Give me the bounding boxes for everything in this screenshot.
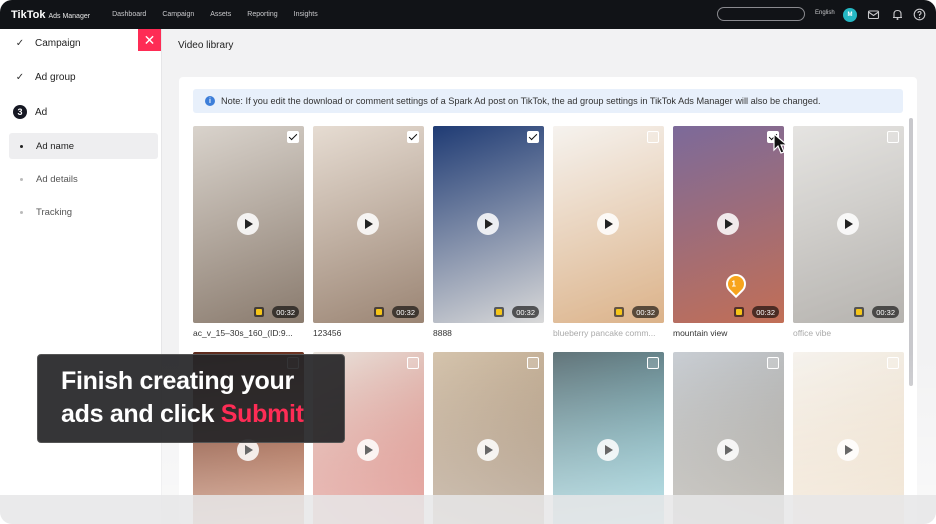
main-nav: Dashboard Campaign Assets Reporting Insi… xyxy=(112,11,334,18)
video-tile[interactable]: 00:32 xyxy=(193,126,304,323)
bullet-icon xyxy=(20,210,23,214)
callout-line-2: ads and click Submit xyxy=(61,400,304,429)
step-label: Ad xyxy=(35,106,48,118)
video-duration: 00:32 xyxy=(872,306,899,318)
nav-assets[interactable]: Assets xyxy=(210,11,231,18)
substep-ad-name[interactable]: Ad name xyxy=(9,133,158,159)
bullet-icon xyxy=(20,177,23,181)
logo-brand: TikTok xyxy=(11,8,46,21)
creation-steps-sidebar: ✓ Campaign ✓ Ad group 3 Ad Ad name Ad de… xyxy=(0,29,162,524)
callout-line-1: Finish creating your xyxy=(61,367,294,395)
step-campaign[interactable]: ✓ Campaign xyxy=(13,36,81,50)
language-selector[interactable]: English xyxy=(815,10,835,16)
info-icon: i xyxy=(205,96,215,106)
mouse-cursor-icon xyxy=(773,133,789,154)
note-text: Note: If you edit the download or commen… xyxy=(221,96,821,106)
check-icon: ✓ xyxy=(15,71,25,83)
video-caption: blueberry pancake comm... xyxy=(553,328,656,338)
app-window: TikTok Ads Manager Dashboard Campaign As… xyxy=(0,0,936,524)
video-caption: 8888 xyxy=(433,328,452,338)
step-ad[interactable]: 3 Ad xyxy=(13,105,47,119)
nav-insights[interactable]: Insights xyxy=(294,11,318,18)
media-tag-icon xyxy=(254,307,264,317)
avatar[interactable]: M xyxy=(843,8,857,22)
play-icon[interactable] xyxy=(477,439,499,461)
media-tag-icon xyxy=(494,307,504,317)
scrollbar[interactable] xyxy=(909,118,913,386)
callout-submit-highlight: Submit xyxy=(220,400,304,428)
video-select-checkbox[interactable] xyxy=(407,131,419,143)
video-caption: ac_v_15–30s_160_(ID:9... xyxy=(193,328,293,338)
instruction-callout: Finish creating your ads and click Submi… xyxy=(37,354,345,443)
check-icon: ✓ xyxy=(15,37,25,49)
info-note-banner: i Note: If you edit the download or comm… xyxy=(193,89,903,113)
nav-reporting[interactable]: Reporting xyxy=(247,11,277,18)
video-duration: 00:32 xyxy=(512,306,539,318)
video-tile[interactable]: 00:32 xyxy=(673,126,784,323)
video-caption: mountain view xyxy=(673,328,728,338)
substep-label: Ad name xyxy=(36,140,75,152)
media-tag-icon xyxy=(734,307,744,317)
video-duration: 00:32 xyxy=(752,306,779,318)
media-tag-icon xyxy=(854,307,864,317)
bottom-band xyxy=(0,495,936,524)
play-icon[interactable] xyxy=(597,439,619,461)
substep-ad-details[interactable]: Ad details xyxy=(9,166,158,192)
tiktok-ads-manager-logo[interactable]: TikTok Ads Manager xyxy=(11,9,90,21)
play-icon[interactable] xyxy=(717,439,739,461)
video-select-checkbox[interactable] xyxy=(407,357,419,369)
video-select-checkbox[interactable] xyxy=(647,131,659,143)
video-tile[interactable]: 00:32 xyxy=(433,126,544,323)
page-title: Video library xyxy=(178,40,234,51)
video-tile[interactable]: 00:32 xyxy=(793,126,904,323)
video-caption: 123456 xyxy=(313,328,342,338)
bullet-icon xyxy=(20,144,23,148)
substep-tracking[interactable]: Tracking xyxy=(9,199,158,225)
mail-icon[interactable] xyxy=(867,8,880,21)
help-icon[interactable] xyxy=(913,8,926,21)
video-select-checkbox[interactable] xyxy=(887,357,899,369)
substep-label: Tracking xyxy=(36,206,73,218)
video-duration: 00:32 xyxy=(392,306,419,318)
step-ad-group[interactable]: ✓ Ad group xyxy=(13,70,76,84)
video-select-checkbox[interactable] xyxy=(767,357,779,369)
step-label: Ad group xyxy=(35,71,76,83)
search-input[interactable] xyxy=(717,7,805,21)
play-icon[interactable] xyxy=(597,213,619,235)
video-select-checkbox[interactable] xyxy=(527,131,539,143)
video-caption: office vibe xyxy=(793,328,832,338)
nav-dashboard[interactable]: Dashboard xyxy=(112,11,146,18)
play-icon[interactable] xyxy=(837,213,859,235)
play-icon[interactable] xyxy=(477,213,499,235)
step-number-badge: 3 xyxy=(13,105,27,119)
nav-campaign[interactable]: Campaign xyxy=(162,11,194,18)
logo-subtitle: Ads Manager xyxy=(48,12,91,20)
media-tag-icon xyxy=(614,307,624,317)
video-select-checkbox[interactable] xyxy=(527,357,539,369)
video-select-checkbox[interactable] xyxy=(647,357,659,369)
video-tile[interactable]: 00:32 xyxy=(313,126,424,323)
play-icon[interactable] xyxy=(717,213,739,235)
video-duration: 00:32 xyxy=(632,306,659,318)
close-icon: ✕ xyxy=(143,31,156,48)
video-select-checkbox[interactable] xyxy=(887,131,899,143)
media-tag-icon xyxy=(374,307,384,317)
callout-text: ads and click xyxy=(61,400,221,428)
close-button[interactable]: ✕ xyxy=(138,29,161,51)
bell-icon[interactable] xyxy=(891,8,904,21)
play-icon[interactable] xyxy=(237,213,259,235)
play-icon[interactable] xyxy=(837,439,859,461)
substep-label: Ad details xyxy=(36,173,78,185)
play-icon[interactable] xyxy=(357,213,379,235)
top-navigation-bar: TikTok Ads Manager Dashboard Campaign As… xyxy=(0,0,936,29)
pin-number: 1 xyxy=(731,279,736,289)
video-tile[interactable]: 00:32 xyxy=(553,126,664,323)
step-label: Campaign xyxy=(35,37,81,49)
video-duration: 00:32 xyxy=(272,306,299,318)
video-select-checkbox[interactable] xyxy=(287,131,299,143)
play-icon[interactable] xyxy=(357,439,379,461)
